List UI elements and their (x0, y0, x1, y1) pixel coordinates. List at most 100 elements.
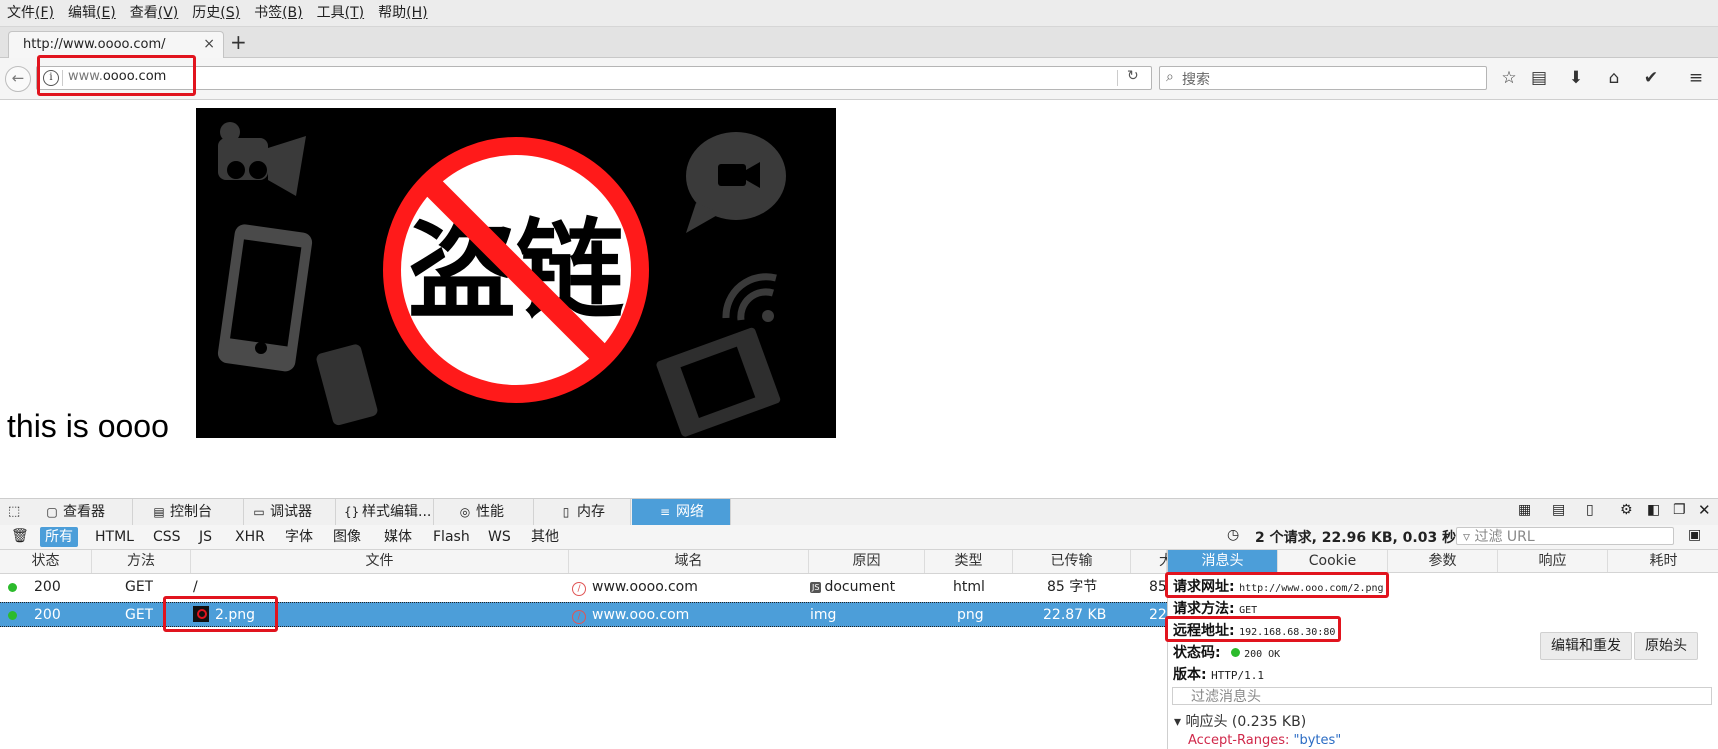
request-summary: 2 个请求, 22.96 KB, 0.03 秒 (1255, 530, 1457, 546)
col-cause[interactable]: 原因 (809, 550, 925, 573)
reading-list-icon[interactable]: ▤ (1526, 66, 1552, 90)
row-file: 2.png (193, 603, 255, 628)
col-method[interactable]: 方法 (92, 550, 191, 573)
remote-address-row: 远程地址: 192.168.68.30:80 (1173, 623, 1336, 639)
menu-history[interactable]: 历史(S) (185, 0, 247, 26)
nav-bar: ← i www.oooo.com ↻ ⌕ 搜索 ☆ ▤ ⬇ ⌂ ✔ ≡ (0, 58, 1718, 100)
tab-performance[interactable]: ◎ 性能 (450, 499, 534, 525)
filter-all[interactable]: 所有 (40, 527, 78, 547)
row-method: GET (125, 579, 154, 595)
hamburger-menu-icon[interactable]: ≡ (1683, 66, 1709, 90)
performance-analysis-icon[interactable]: ◷ (1227, 527, 1239, 543)
console-icon: ▤ (153, 505, 165, 519)
row-size: 22 (1149, 607, 1167, 623)
tab-style-editor[interactable]: {} 样式编辑... (336, 499, 434, 525)
row-type: html (953, 579, 985, 595)
image-thumbnail (193, 606, 209, 622)
page-text: this is oooo (7, 408, 169, 444)
menu-view[interactable]: 查看(V) (123, 0, 186, 26)
raw-headers-button[interactable]: 原始头 (1634, 632, 1698, 660)
filter-images[interactable]: 图像 (328, 527, 366, 547)
tab-network[interactable]: ≡ 网络 (632, 499, 731, 525)
filter-media[interactable]: 媒体 (379, 527, 417, 547)
status-code-row: 状态码: 200 OK (1173, 645, 1281, 661)
hotlink-prohibited-image: 盗链 (196, 108, 836, 438)
reload-icon[interactable]: ↻ (1127, 68, 1139, 84)
response-headers-toggle[interactable]: ▾ 响应头 (0.235 KB) (1174, 711, 1306, 731)
performance-icon: ◎ (459, 505, 471, 519)
toggle-panel-icon[interactable]: ▣ (1688, 527, 1701, 543)
tab-title: http://www.oooo.com/ (23, 37, 166, 52)
undock-icon[interactable]: ❐ (1673, 502, 1686, 518)
tab-response[interactable]: 响应 (1498, 550, 1608, 572)
table-row[interactable]: 200 GET / / www.oooo.com JS document html … (0, 575, 1167, 600)
tab-strip: http://www.oooo.com/ × + (0, 27, 1718, 58)
menu-help[interactable]: 帮助(H) (371, 0, 434, 26)
filter-other[interactable]: 其他 (526, 527, 564, 547)
new-tab-button[interactable]: + (230, 32, 247, 52)
filter-js[interactable]: JS (194, 527, 217, 547)
url-divider (62, 70, 63, 86)
menu-tools[interactable]: 工具(T) (310, 0, 371, 26)
request-table-header: 状态 方法 文件 域名 原因 类型 已传输 大 (0, 550, 1173, 574)
col-status[interactable]: 状态 (0, 550, 92, 573)
chevron-down-icon: ▾ (1174, 714, 1182, 730)
col-file[interactable]: 文件 (191, 550, 569, 573)
tab-params[interactable]: 参数 (1388, 550, 1498, 572)
col-domain[interactable]: 域名 (569, 550, 809, 573)
filter-xhr[interactable]: XHR (230, 527, 270, 547)
download-icon[interactable]: ⬇ (1563, 66, 1589, 90)
close-tab-icon[interactable]: × (203, 36, 215, 52)
filter-ws[interactable]: WS (483, 527, 516, 547)
info-icon[interactable]: i (43, 70, 59, 86)
col-size[interactable]: 大 (1131, 550, 1173, 573)
menu-file[interactable]: 文件(F) (0, 0, 61, 26)
close-devtools-icon[interactable]: ✕ (1698, 501, 1711, 519)
table-row-selected[interactable]: 200 GET 2.png / www.ooo.com img png 22.87… (0, 602, 1167, 627)
responsive-design-icon[interactable]: ▯ (1586, 502, 1594, 518)
tab-inspector[interactable]: ▢ 查看器 (37, 499, 133, 525)
star-icon[interactable]: ☆ (1496, 66, 1522, 90)
insecure-icon: / (572, 610, 586, 624)
row-method: GET (125, 607, 154, 623)
element-picker-icon[interactable]: ⬚ (8, 504, 20, 519)
row-size: 85 (1149, 579, 1167, 595)
col-transferred[interactable]: 已传输 (1013, 550, 1131, 573)
url-bar[interactable]: i www.oooo.com ↻ (36, 66, 1152, 90)
pocket-icon[interactable]: ✔ (1638, 66, 1664, 90)
browser-tab[interactable]: http://www.oooo.com/ × (8, 31, 224, 58)
menu-edit[interactable]: 编辑(E) (61, 0, 123, 26)
search-icon: ⌕ (1166, 69, 1174, 85)
home-icon[interactable]: ⌂ (1601, 66, 1627, 90)
url-divider (1117, 70, 1118, 86)
trash-icon[interactable]: 🗑 (11, 528, 29, 544)
row-transferred: 85 字节 (1047, 579, 1098, 595)
menu-bookmarks[interactable]: 书签(B) (247, 0, 310, 26)
tab-cookies[interactable]: Cookie (1278, 550, 1388, 572)
back-button[interactable]: ← (5, 66, 31, 92)
tab-memory[interactable]: ▯ 内存 (551, 499, 631, 525)
inspector-icon: ▢ (46, 505, 58, 519)
filter-css[interactable]: CSS (148, 527, 186, 547)
split-console-icon[interactable]: ▤ (1552, 502, 1565, 518)
layout-icon[interactable]: ▦ (1518, 502, 1531, 518)
tab-timings[interactable]: 耗时 (1608, 550, 1718, 572)
request-url-row: 请求网址: http://www.ooo.com/2.png (1173, 579, 1384, 595)
row-cause: img (810, 607, 837, 623)
row-status: 200 (34, 607, 61, 623)
filter-html[interactable]: HTML (90, 527, 139, 547)
settings-gear-icon[interactable]: ⚙ (1620, 502, 1633, 518)
filter-headers-input[interactable]: 过滤消息头 (1172, 687, 1712, 705)
edit-resend-button[interactable]: 编辑和重发 (1540, 632, 1632, 660)
search-bar[interactable]: ⌕ 搜索 (1159, 66, 1487, 90)
filter-fonts[interactable]: 字体 (280, 527, 318, 547)
tab-headers[interactable]: 消息头 (1168, 550, 1278, 572)
status-dot (8, 611, 17, 620)
filter-url-input[interactable]: ▿ 过滤 URL (1456, 527, 1674, 545)
filter-flash[interactable]: Flash (428, 527, 475, 547)
dock-side-icon[interactable]: ◧ (1647, 502, 1660, 518)
col-type[interactable]: 类型 (925, 550, 1013, 573)
tab-console[interactable]: ▤ 控制台 (144, 499, 244, 525)
status-ok-dot (1231, 648, 1241, 657)
tab-debugger[interactable]: ▭ 调试器 (244, 499, 336, 525)
